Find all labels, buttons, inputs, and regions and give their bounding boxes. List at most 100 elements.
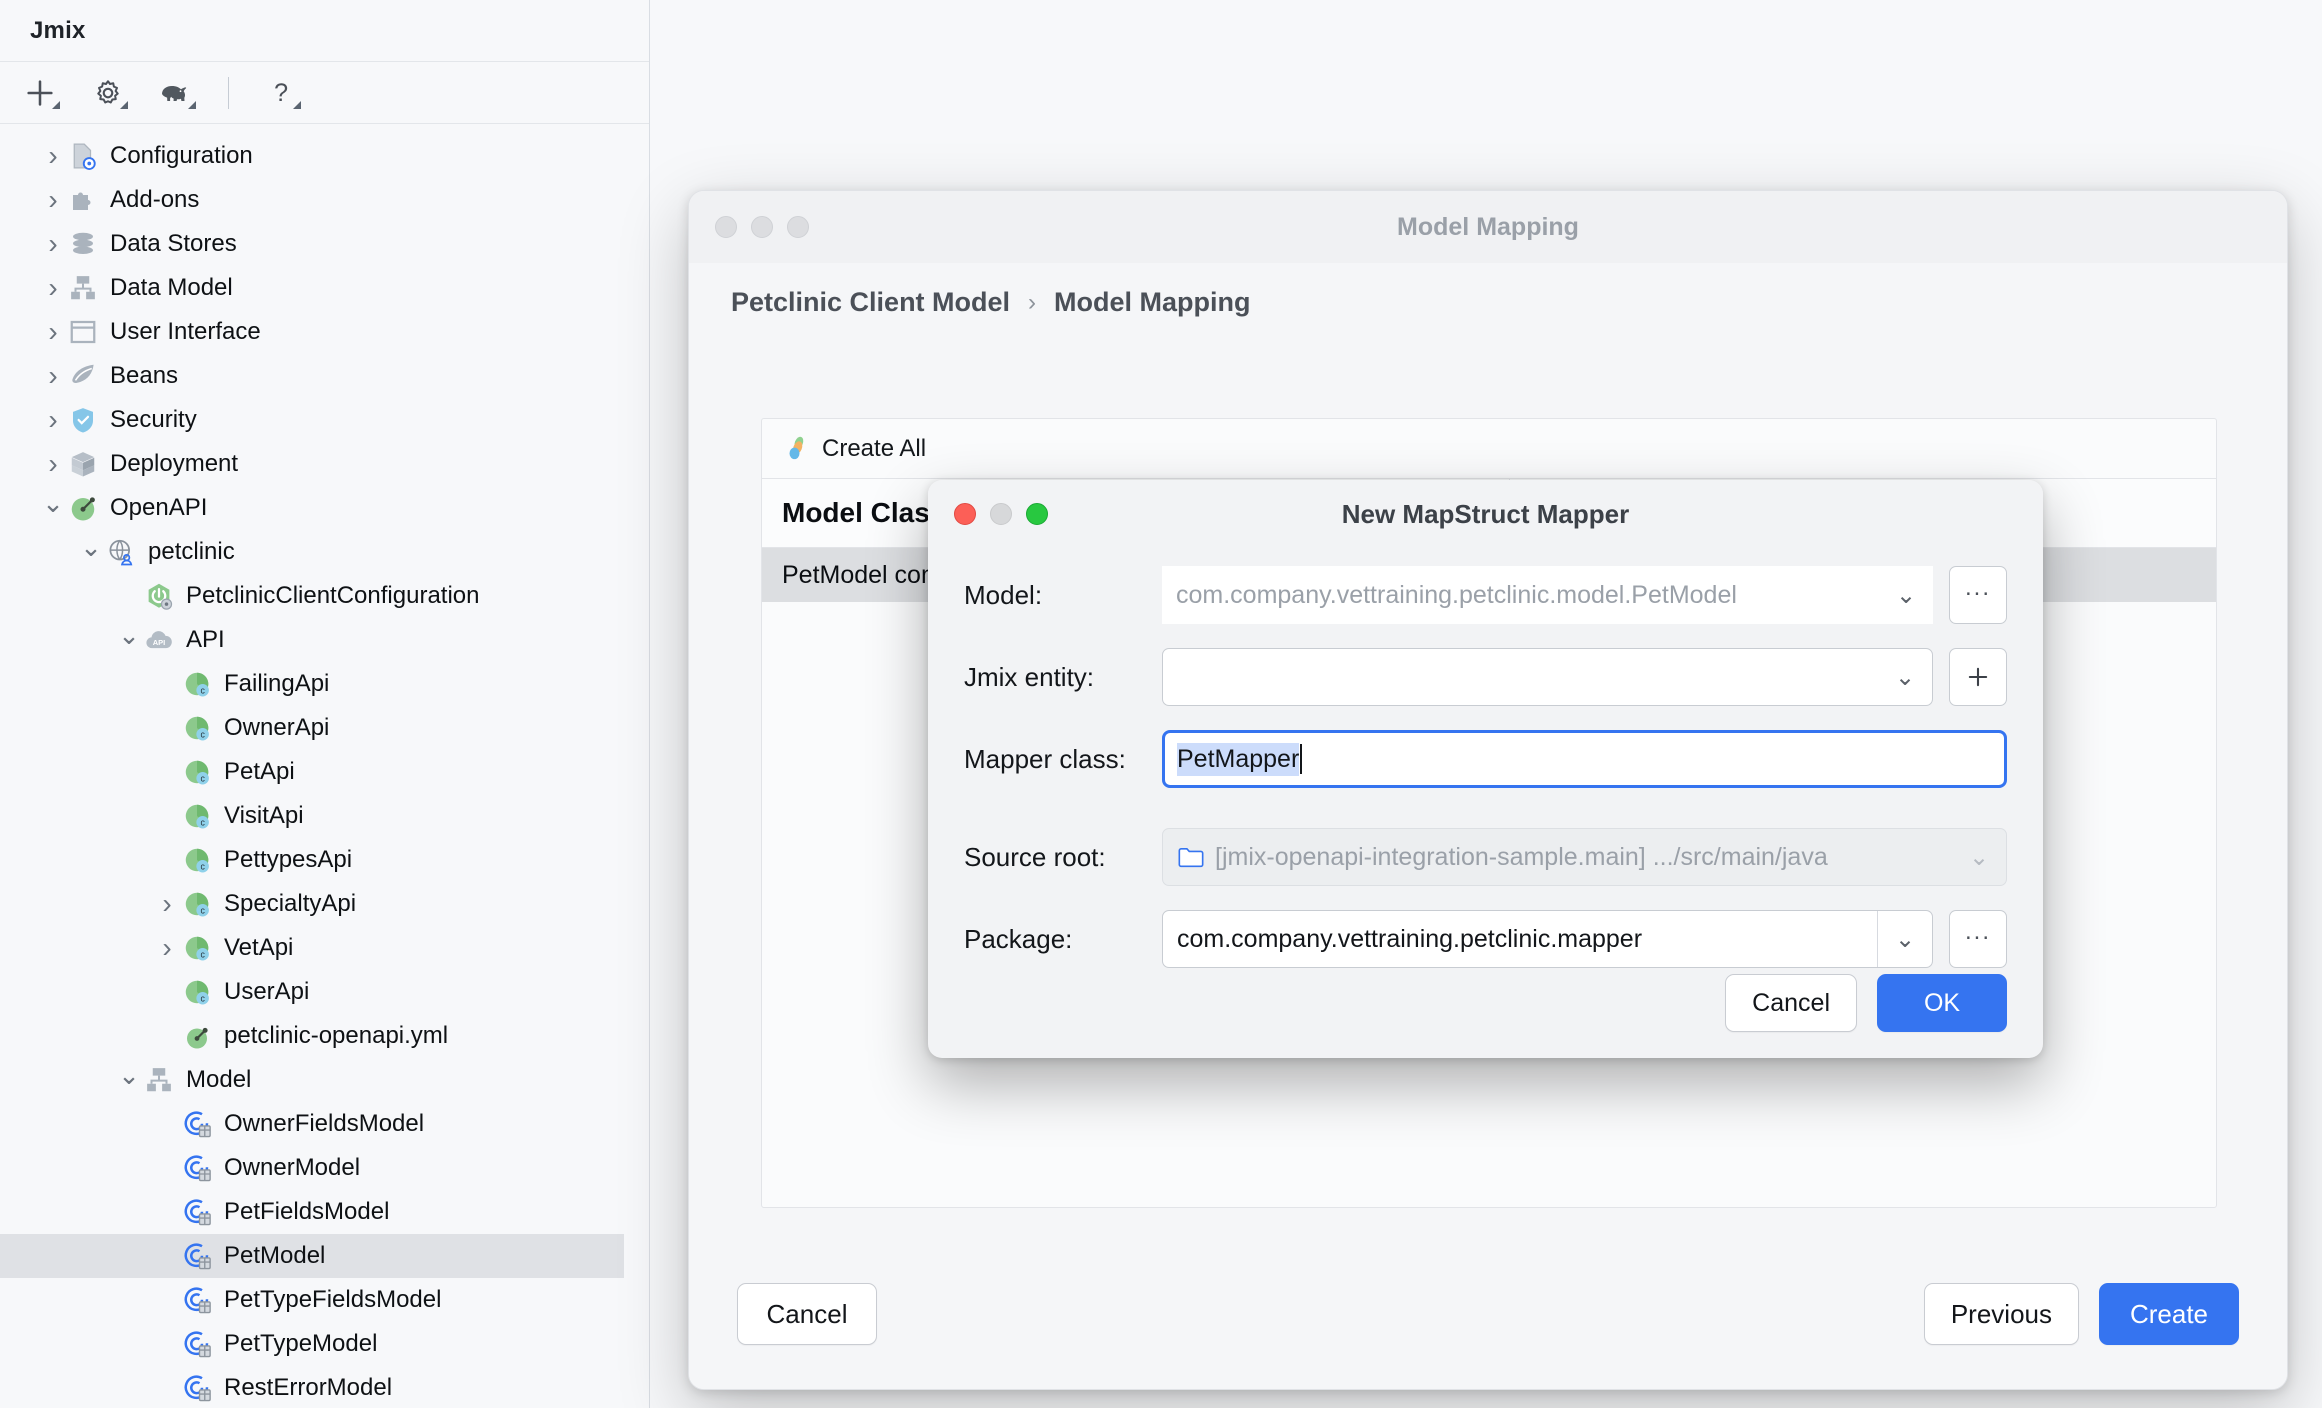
tree-item-label: PetModel xyxy=(224,1242,326,1269)
tree-item-label: VisitApi xyxy=(224,802,304,829)
dialog-ok-button[interactable]: OK xyxy=(1877,974,2007,1032)
tree-item-configuration[interactable]: Configuration xyxy=(0,134,649,178)
tree-item-resterrormodel[interactable]: RestErrorModel xyxy=(0,1366,649,1408)
create-button[interactable]: Create xyxy=(2099,1283,2239,1345)
tree-item-ownerfieldsmodel[interactable]: OwnerFieldsModel xyxy=(0,1102,649,1146)
chevron-down-icon[interactable] xyxy=(116,627,142,653)
jmix-entity-add-button[interactable] xyxy=(1949,648,2007,706)
window-icon xyxy=(66,315,100,349)
chevron-right-icon[interactable] xyxy=(40,318,66,346)
breadcrumb: Petclinic Client Model › Model Mapping xyxy=(689,263,2287,318)
tool-window-toolbar: ? xyxy=(0,62,649,124)
breadcrumb-root[interactable]: Petclinic Client Model xyxy=(731,287,1010,318)
tree-item-failingapi[interactable]: c FailingApi xyxy=(0,662,649,706)
class-green-icon: c xyxy=(180,755,214,789)
tree-item-pettypesapi[interactable]: c PettypesApi xyxy=(0,838,649,882)
tree-item-petmodel[interactable]: PetModel xyxy=(0,1234,624,1278)
tree-item-add-ons[interactable]: Add-ons xyxy=(0,178,649,222)
tree-item-pettypefieldsmodel[interactable]: PetTypeFieldsModel xyxy=(0,1278,649,1322)
tree-item-label: PetTypeFieldsModel xyxy=(224,1286,442,1313)
tree-item-specialtyapi[interactable]: c SpecialtyApi xyxy=(0,882,649,926)
chevron-down-icon[interactable] xyxy=(40,495,66,521)
mapper-class-input[interactable]: PetMapper xyxy=(1162,730,2007,788)
jmix-entity-combobox[interactable]: ⌄ xyxy=(1162,648,1933,706)
chevron-right-icon[interactable] xyxy=(40,450,66,478)
tree-item-petclinicclientconfiguration[interactable]: PetclinicClientConfiguration xyxy=(0,574,649,618)
settings-button[interactable] xyxy=(86,73,130,113)
tree-item-petclinic-openapi-yml[interactable]: petclinic-openapi.yml xyxy=(0,1014,649,1058)
create-all-label[interactable]: Create All xyxy=(822,435,926,463)
chevron-right-icon[interactable] xyxy=(40,362,66,390)
tree-item-beans[interactable]: Beans xyxy=(0,354,649,398)
tree-item-petclinic[interactable]: petclinic xyxy=(0,530,649,574)
tree-item-label: API xyxy=(186,626,225,653)
database-icon xyxy=(66,227,100,261)
gradle-button[interactable] xyxy=(154,73,198,113)
tree-item-petfieldsmodel[interactable]: PetFieldsModel xyxy=(0,1190,649,1234)
chevron-right-icon[interactable] xyxy=(154,934,180,962)
source-root-combobox[interactable]: [jmix-openapi-integration-sample.main] .… xyxy=(1162,828,2007,886)
project-tree[interactable]: Configuration Add-ons Data Stores Data Mode… xyxy=(0,124,649,1408)
class-green-icon: c xyxy=(180,975,214,1009)
model-class-icon xyxy=(180,1371,214,1405)
tree-item-ownermodel[interactable]: OwnerModel xyxy=(0,1146,649,1190)
svg-text:c: c xyxy=(200,730,205,740)
model-class-icon xyxy=(180,1283,214,1317)
svg-text:c: c xyxy=(200,774,205,784)
mapper-class-label: Mapper class: xyxy=(964,743,1126,774)
source-root-value: [jmix-openapi-integration-sample.main] .… xyxy=(1215,842,1828,871)
tree-item-api[interactable]: API API xyxy=(0,618,649,662)
tree-item-user-interface[interactable]: User Interface xyxy=(0,310,649,354)
previous-button[interactable]: Previous xyxy=(1923,1283,2079,1345)
tree-item-data-model[interactable]: Data Model xyxy=(0,266,649,310)
field-row-mapper-class: Mapper class: PetMapper xyxy=(964,730,2007,788)
chevron-down-icon[interactable]: ⌄ xyxy=(1879,581,1933,610)
help-button[interactable]: ? xyxy=(259,73,303,113)
tree-item-label: PetTypeModel xyxy=(224,1330,378,1357)
tree-item-data-stores[interactable]: Data Stores xyxy=(0,222,649,266)
model-class-icon xyxy=(180,1239,214,1273)
model-browse-button[interactable]: ... xyxy=(1949,566,2007,624)
tree-item-label: User Interface xyxy=(110,318,261,345)
tree-item-openapi[interactable]: OpenAPI xyxy=(0,486,649,530)
tree-item-visitapi[interactable]: c VisitApi xyxy=(0,794,649,838)
model-class-icon xyxy=(180,1195,214,1229)
tree-item-label: FailingApi xyxy=(224,670,330,697)
chevron-down-icon[interactable]: ⌄ xyxy=(1878,663,1932,692)
mapper-form: Model: com.company.vettraining.petclinic… xyxy=(928,548,2043,968)
tree-item-pettypemodel[interactable]: PetTypeModel xyxy=(0,1322,649,1366)
dialog-cancel-button[interactable]: Cancel xyxy=(1725,974,1857,1032)
chevron-down-icon[interactable] xyxy=(116,1067,142,1093)
tree-item-label: Data Model xyxy=(110,274,233,301)
tree-item-ownerapi[interactable]: c OwnerApi xyxy=(0,706,649,750)
chevron-right-icon[interactable] xyxy=(40,142,66,170)
dropdown-triangle-icon xyxy=(293,100,301,109)
tree-item-label: petclinic xyxy=(148,538,235,565)
tree-item-deployment[interactable]: Deployment xyxy=(0,442,649,486)
tree-item-security[interactable]: Security xyxy=(0,398,649,442)
tree-item-vetapi[interactable]: c VetApi xyxy=(0,926,649,970)
shield-icon xyxy=(66,403,100,437)
ellipsis-icon: ... xyxy=(1964,918,1991,945)
chevron-right-icon[interactable] xyxy=(40,230,66,258)
field-row-model: Model: com.company.vettraining.petclinic… xyxy=(964,566,2007,624)
tree-item-petapi[interactable]: c PetApi xyxy=(0,750,649,794)
cancel-button[interactable]: Cancel xyxy=(737,1283,877,1345)
chevron-right-icon[interactable] xyxy=(40,406,66,434)
jmix-logo-icon xyxy=(789,436,804,459)
mapper-class-value: PetMapper xyxy=(1177,742,1300,776)
chevron-right-icon[interactable] xyxy=(40,274,66,302)
class-green-icon: c xyxy=(180,667,214,701)
chevron-right-icon[interactable] xyxy=(40,186,66,214)
add-button[interactable] xyxy=(18,73,62,113)
create-all-row[interactable]: Create All xyxy=(762,419,2216,479)
model-combobox[interactable]: com.company.vettraining.petclinic.model.… xyxy=(1162,566,1933,624)
tree-item-userapi[interactable]: c UserApi xyxy=(0,970,649,1014)
class-green-icon: c xyxy=(180,887,214,921)
field-row-jmix-entity: Jmix entity: ⌄ xyxy=(964,648,2007,706)
chevron-right-icon[interactable] xyxy=(154,890,180,918)
chevron-down-icon[interactable]: ⌄ xyxy=(1952,843,2006,872)
tree-item-model[interactable]: Model xyxy=(0,1058,649,1102)
chevron-down-icon[interactable] xyxy=(78,539,104,565)
breadcrumb-separator-icon: › xyxy=(1028,288,1037,316)
